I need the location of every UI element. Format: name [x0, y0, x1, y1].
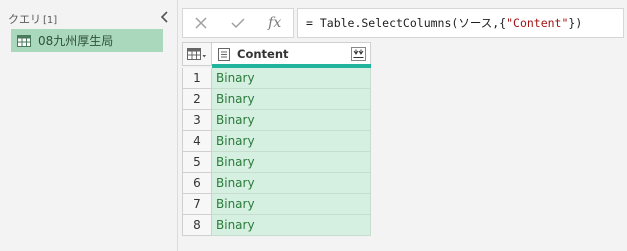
table-menu-button[interactable]	[182, 42, 212, 66]
document-icon	[218, 47, 230, 61]
table-row: 3 Binary	[182, 110, 371, 131]
binary-cell[interactable]: Binary	[212, 68, 371, 89]
table-row: 7 Binary	[182, 194, 371, 215]
formula-suffix: })	[568, 16, 583, 30]
grid-rows: 1 Binary 2 Binary 3 Binary 4 Binary 5 Binary 6 Bina…	[182, 68, 371, 236]
row-number[interactable]: 7	[182, 194, 212, 215]
column-quality-bar	[212, 64, 371, 68]
row-number[interactable]: 4	[182, 131, 212, 152]
row-number[interactable]: 6	[182, 173, 212, 194]
formula-string: "Content"	[506, 16, 569, 30]
queries-header: クエリ [1]	[8, 11, 57, 27]
column-name: Content	[237, 47, 289, 61]
formula-input[interactable]: = Table.SelectColumns(ソース,{"Content"})	[297, 8, 624, 38]
binary-cell[interactable]: Binary	[212, 131, 371, 152]
table-row: 2 Binary	[182, 89, 371, 110]
binary-cell[interactable]: Binary	[212, 89, 371, 110]
expand-icon	[353, 49, 364, 58]
table-row: 1 Binary	[182, 68, 371, 89]
row-number[interactable]: 1	[182, 68, 212, 89]
formula-prefix: = Table.SelectColumns(ソース,{	[306, 16, 507, 30]
binary-cell[interactable]: Binary	[212, 173, 371, 194]
query-item-label: 08九州厚生局	[38, 34, 114, 48]
row-number[interactable]: 3	[182, 110, 212, 131]
table-row: 6 Binary	[182, 173, 371, 194]
binary-cell[interactable]: Binary	[212, 194, 371, 215]
close-icon	[195, 17, 207, 29]
cancel-formula-button[interactable]	[183, 9, 220, 37]
formula-buttons: fx	[182, 8, 294, 38]
queries-count: [1]	[43, 15, 58, 26]
chevron-left-icon	[160, 11, 168, 23]
check-icon	[231, 18, 245, 29]
queries-pane: クエリ [1] 08九州厚生局	[0, 0, 178, 251]
commit-formula-button[interactable]	[220, 9, 257, 37]
binary-cell[interactable]: Binary	[212, 215, 371, 236]
table-row: 4 Binary	[182, 131, 371, 152]
column-header-content[interactable]: Content	[212, 42, 371, 66]
table-row: 8 Binary	[182, 215, 371, 236]
power-query-editor: クエリ [1] 08九州厚生局 fx = Table.SelectColumns…	[0, 0, 627, 251]
fx-icon: fx	[268, 15, 282, 31]
row-number[interactable]: 8	[182, 215, 212, 236]
row-number[interactable]: 2	[182, 89, 212, 110]
row-number[interactable]: 5	[182, 152, 212, 173]
expand-column-button[interactable]	[351, 47, 366, 61]
queries-title: クエリ	[8, 13, 41, 26]
table-menu-icon	[187, 48, 206, 60]
table-row: 5 Binary	[182, 152, 371, 173]
data-grid: Content 1 Binary 2 Binary 3 Binary 4 Binary 5 Bin…	[182, 42, 371, 236]
collapse-pane-button[interactable]	[158, 9, 172, 23]
binary-cell[interactable]: Binary	[212, 152, 371, 173]
query-item-08九州厚生局[interactable]: 08九州厚生局	[11, 29, 163, 52]
insert-function-button[interactable]: fx	[256, 9, 293, 37]
grid-header: Content	[182, 42, 371, 66]
table-icon	[17, 34, 31, 47]
binary-cell[interactable]: Binary	[212, 110, 371, 131]
